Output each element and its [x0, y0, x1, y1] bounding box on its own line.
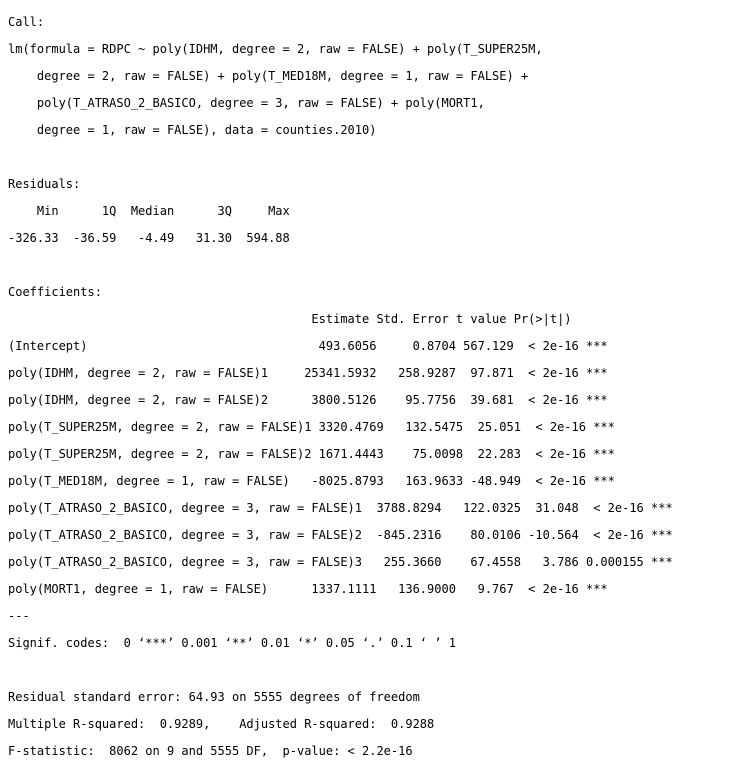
coefficient-row: poly(T_SUPER25M, degree = 2, raw = FALSE…	[8, 446, 615, 461]
coefficients-label: Coefficients:	[8, 284, 102, 299]
signif-codes: Signif. codes: 0 ‘***’ 0.001 ‘**’ 0.01 ‘…	[8, 635, 456, 650]
coefficients-header: Estimate Std. Error t value Pr(>|t|)	[8, 311, 601, 326]
call-line: degree = 1, raw = FALSE), data = countie…	[8, 122, 377, 137]
residuals-values: -326.33 -36.59 -4.49 31.30 594.88	[8, 230, 297, 245]
r-console-output: Call: lm(formula = RDPC ~ poly(IDHM, deg…	[0, 0, 753, 757]
coefficient-row: poly(IDHM, degree = 2, raw = FALSE)2 380…	[8, 392, 608, 407]
residuals-label: Residuals:	[8, 176, 81, 191]
r-squared-line: Multiple R-squared: 0.9289, Adjusted R-s…	[8, 716, 442, 731]
f-statistic-line: F-statistic: 8062 on 9 and 5555 DF, p-va…	[8, 743, 413, 758]
coefficient-row: poly(IDHM, degree = 2, raw = FALSE)1 253…	[8, 365, 608, 380]
coefficient-row: poly(T_SUPER25M, degree = 2, raw = FALSE…	[8, 419, 615, 434]
call-line: lm(formula = RDPC ~ poly(IDHM, degree = …	[8, 41, 543, 56]
coefficient-row: poly(T_ATRASO_2_BASICO, degree = 3, raw …	[8, 500, 673, 515]
call-line: poly(T_ATRASO_2_BASICO, degree = 3, raw …	[8, 95, 485, 110]
coefficient-row: poly(T_MED18M, degree = 1, raw = FALSE) …	[8, 473, 615, 488]
coefficient-row: poly(MORT1, degree = 1, raw = FALSE) 133…	[8, 581, 608, 596]
coefficient-row: (Intercept) 493.6056 0.8704 567.129 < 2e…	[8, 338, 608, 353]
call-label: Call:	[8, 14, 45, 29]
residual-standard-error: Residual standard error: 64.93 on 5555 d…	[8, 689, 420, 704]
separator-line: ---	[8, 608, 30, 623]
coefficient-row: poly(T_ATRASO_2_BASICO, degree = 3, raw …	[8, 554, 673, 569]
residuals-header: Min 1Q Median 3Q Max	[8, 203, 297, 218]
call-line: degree = 2, raw = FALSE) + poly(T_MED18M…	[8, 68, 529, 83]
coefficient-row: poly(T_ATRASO_2_BASICO, degree = 3, raw …	[8, 527, 673, 542]
